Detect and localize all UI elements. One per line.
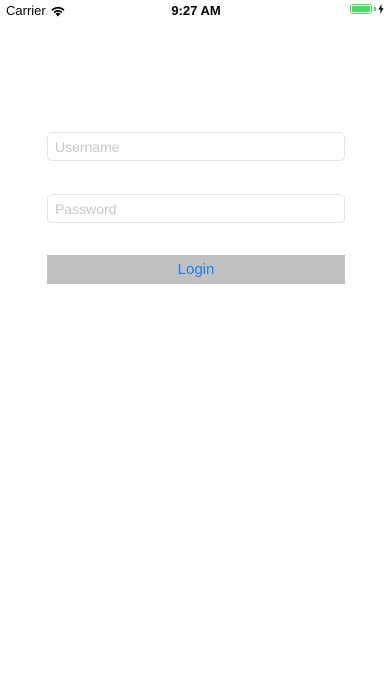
charging-bolt-icon	[378, 4, 384, 14]
battery-tip	[374, 7, 376, 11]
clock: 9:27 AM	[171, 3, 221, 18]
username-field	[47, 132, 345, 161]
battery-icon	[350, 4, 372, 14]
password-input[interactable]	[48, 195, 344, 222]
status-bar: Carrier 9:27 AM	[0, 0, 392, 22]
battery-fill	[352, 6, 370, 12]
battery-indicator	[350, 4, 384, 14]
login-button[interactable]: Login	[47, 255, 345, 284]
login-screen: Carrier 9:27 AM Login	[0, 0, 392, 696]
username-input[interactable]	[48, 133, 344, 160]
password-field	[47, 194, 345, 223]
